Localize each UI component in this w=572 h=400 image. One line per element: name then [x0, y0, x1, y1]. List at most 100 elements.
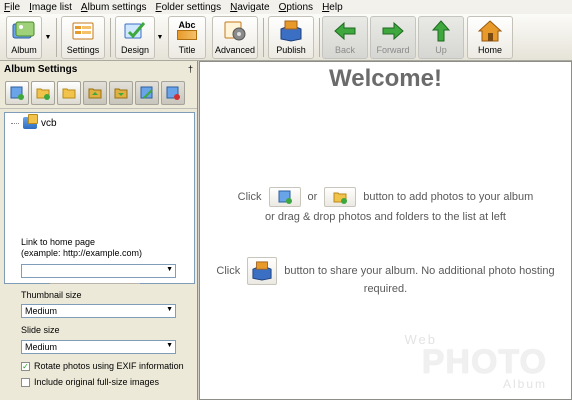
- menu-image-list[interactable]: Image list: [29, 2, 72, 13]
- up-arrow-icon: [431, 20, 451, 42]
- forward-label: Forward: [376, 45, 410, 55]
- menu-options[interactable]: Options: [279, 2, 313, 13]
- design-icon: [124, 22, 146, 39]
- image-tree[interactable]: vcb: [4, 112, 195, 284]
- menu-album-settings[interactable]: Album settings: [81, 2, 147, 13]
- home-label: Home: [477, 45, 502, 55]
- menu-file[interactable]: File: [4, 2, 20, 13]
- add-folder-inline-button[interactable]: [324, 187, 357, 207]
- welcome-title: Welcome!: [329, 65, 442, 92]
- add-photos-inline-button[interactable]: [268, 187, 301, 207]
- publish-label: Publish: [276, 45, 306, 55]
- tree-item-root[interactable]: vcb: [11, 114, 57, 129]
- image-list-toolbar: [0, 77, 197, 109]
- add-folder-icon: [36, 88, 50, 100]
- thumbnail-size-select[interactable]: Medium ▼: [21, 304, 176, 318]
- toolbar-separator: [319, 18, 320, 57]
- title-label: Title: [178, 45, 196, 55]
- forward-arrow-icon: [382, 21, 404, 41]
- edit-photo-icon: [140, 86, 153, 99]
- title-button[interactable]: Abc Title: [168, 16, 206, 59]
- design-label: Design: [120, 45, 149, 55]
- menu-navigate[interactable]: Navigate: [230, 2, 269, 13]
- edit-photo-button[interactable]: [135, 80, 159, 105]
- toolbar-separator: [263, 18, 264, 57]
- folder-up-icon: [88, 88, 102, 98]
- add-folder-button[interactable]: [31, 80, 55, 105]
- link-label: Link to home page: [21, 237, 96, 247]
- home-icon: [478, 20, 502, 42]
- pin-icon[interactable]: †: [188, 64, 193, 74]
- thumbnail-size-value: Medium: [25, 306, 58, 316]
- forward-button[interactable]: Forward: [370, 16, 416, 59]
- slide-size-select[interactable]: Medium ▼: [21, 340, 176, 354]
- chevron-down-icon[interactable]: ▼: [166, 266, 173, 273]
- album-icon: [12, 21, 35, 39]
- album-settings-panel: Album Settings † vcb Link to home page (…: [0, 61, 198, 400]
- up-button[interactable]: Up: [418, 16, 464, 59]
- up-label: Up: [435, 45, 447, 55]
- hint-text: button to share your album. No additiona…: [284, 265, 555, 277]
- add-folder-icon: [333, 192, 348, 204]
- menu-bar: File Image list Album settings Folder se…: [0, 0, 572, 14]
- home-button[interactable]: Home: [467, 16, 513, 59]
- link-example: (example: http://example.com): [21, 248, 143, 258]
- title-icon-swatch: [177, 30, 197, 40]
- design-button[interactable]: Design: [115, 16, 155, 59]
- chevron-down-icon[interactable]: ▼: [166, 342, 173, 349]
- advanced-icon: [224, 21, 246, 41]
- include-original-checkbox[interactable]: [21, 377, 30, 387]
- publish-inline-button[interactable]: [247, 257, 278, 285]
- add-photo-icon: [278, 190, 292, 204]
- publish-icon: [280, 20, 302, 42]
- title-icon-text: Abc: [178, 20, 196, 30]
- album-label: Album: [11, 45, 37, 55]
- panel-title: Album Settings: [4, 63, 78, 75]
- add-photo-icon: [10, 86, 24, 100]
- publish-icon: [252, 261, 272, 281]
- welcome-panel: Welcome! Click or button to add photos t…: [199, 61, 572, 400]
- delete-photo-button[interactable]: [161, 80, 185, 105]
- back-button[interactable]: Back: [322, 16, 368, 59]
- hint-text: Click: [216, 265, 241, 277]
- advanced-button[interactable]: Advanced: [212, 16, 258, 59]
- album-folder-icon: [23, 114, 38, 129]
- folder-up-button[interactable]: [83, 80, 107, 105]
- delete-photo-icon: [166, 86, 180, 100]
- drag-drop-hint: or drag & drop photos and folders to the…: [265, 211, 506, 223]
- tree-connector: [11, 122, 19, 124]
- album-button[interactable]: Album: [6, 16, 42, 59]
- slide-size-label: Slide size: [21, 325, 60, 335]
- album-dropdown-arrow[interactable]: ▼: [42, 16, 54, 59]
- include-original-label: Include original full-size images: [34, 377, 160, 387]
- hint-text: Click: [237, 191, 262, 203]
- hint-text: button to add photos to your album: [363, 191, 534, 203]
- settings-button[interactable]: Settings: [61, 16, 105, 59]
- rotate-exif-option[interactable]: ✓ Rotate photos using EXIF information: [21, 361, 184, 371]
- design-dropdown-arrow[interactable]: ▼: [154, 16, 166, 59]
- thumbnail-size-label: Thumbnail size: [21, 290, 82, 300]
- chevron-down-icon[interactable]: ▼: [166, 306, 173, 313]
- settings-label: Settings: [66, 45, 100, 55]
- rotate-exif-label: Rotate photos using EXIF information: [34, 361, 184, 371]
- folder-icon: [62, 88, 76, 98]
- menu-folder-settings[interactable]: Folder settings: [156, 2, 222, 13]
- main-toolbar: Album ▼ Settings Design ▼ Abc Title Adva…: [0, 14, 572, 61]
- panel-header: Album Settings †: [0, 61, 197, 77]
- folder-down-button[interactable]: [109, 80, 133, 105]
- open-folder-button[interactable]: [57, 80, 81, 105]
- home-link-combo[interactable]: ▼: [21, 264, 176, 278]
- divider: [50, 283, 140, 284]
- add-photos-button[interactable]: [5, 80, 29, 105]
- hint-text: or: [307, 191, 318, 203]
- rotate-exif-checkbox[interactable]: ✓: [21, 361, 30, 371]
- tree-item-label: vcb: [41, 117, 57, 129]
- include-original-option[interactable]: Include original full-size images: [21, 377, 159, 387]
- publish-button[interactable]: Publish: [268, 16, 314, 59]
- web-photo-album-watermark: Web PHOTO Album: [405, 332, 548, 391]
- publish-hint: Click button to share your album. No add…: [200, 257, 571, 285]
- folder-down-icon: [114, 88, 128, 98]
- menu-help[interactable]: Help: [322, 2, 343, 13]
- watermark-photo: PHOTO: [421, 343, 547, 381]
- toolbar-separator: [56, 18, 57, 57]
